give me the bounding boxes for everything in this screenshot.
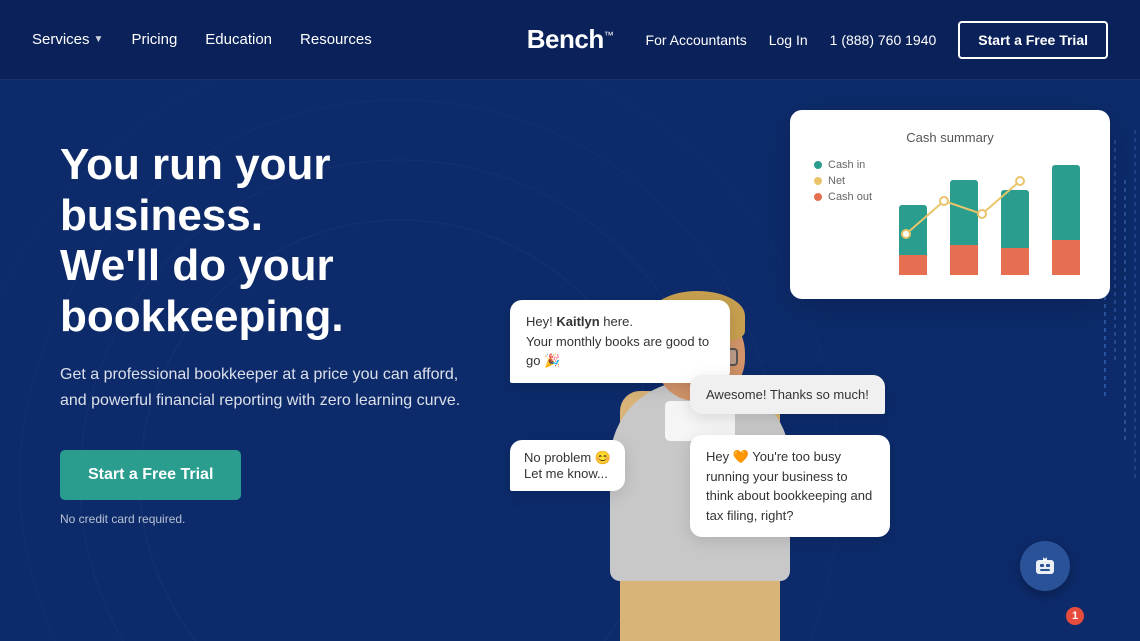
chat-bubble-2: Awesome! Thanks so much! bbox=[690, 375, 885, 414]
nav-item-resources[interactable]: Resources bbox=[300, 31, 372, 48]
hero-subheading: Get a professional bookkeeper at a price… bbox=[60, 362, 520, 413]
bar-red-3 bbox=[1001, 248, 1029, 275]
nav-cta-button[interactable]: Start a Free Trial bbox=[958, 21, 1108, 59]
nav-item-education[interactable]: Education bbox=[205, 31, 272, 48]
hero-section: You run your business. We'll do your boo… bbox=[0, 80, 1140, 641]
chat-widget-button[interactable] bbox=[1020, 541, 1070, 591]
bar-green-3 bbox=[1001, 190, 1029, 248]
bar-red-2 bbox=[950, 245, 978, 275]
nav-item-services[interactable]: Services ▼ bbox=[32, 31, 103, 48]
log-in-link[interactable]: Log In bbox=[769, 32, 808, 48]
legend-dot-orange bbox=[814, 177, 822, 185]
chart-title: Cash summary bbox=[814, 130, 1086, 145]
bar-group-3 bbox=[994, 190, 1035, 275]
navigation: Services ▼ Pricing Education Resources B… bbox=[0, 0, 1140, 80]
nav-item-pricing[interactable]: Pricing bbox=[131, 31, 177, 48]
hero-illustration: Cash summary Cash in Net Cash out bbox=[490, 80, 1140, 641]
phone-link[interactable]: 1 (888) 760 1940 bbox=[830, 32, 937, 48]
nav-right: For Accountants Log In 1 (888) 760 1940 … bbox=[646, 21, 1108, 59]
robot-icon bbox=[1031, 552, 1059, 580]
bar-chart bbox=[892, 159, 1086, 279]
for-accountants-link[interactable]: For Accountants bbox=[646, 32, 747, 48]
chevron-down-icon: ▼ bbox=[94, 34, 104, 45]
nav-left: Services ▼ Pricing Education Resources bbox=[32, 31, 372, 48]
hero-cta-button[interactable]: Start a Free Trial bbox=[60, 450, 241, 500]
hero-content: You run your business. We'll do your boo… bbox=[0, 80, 520, 526]
chart-legend: Cash in Net Cash out bbox=[814, 159, 872, 269]
bar-red-4 bbox=[1052, 240, 1080, 275]
legend-dot-red bbox=[814, 193, 822, 201]
legend-dot-green bbox=[814, 161, 822, 169]
chat-bubble-4: Hey 🧡 You're too busy running your busin… bbox=[690, 435, 890, 537]
hero-no-credit-card-note: No credit card required. bbox=[60, 512, 520, 526]
legend-cash-in: Cash in bbox=[814, 159, 872, 171]
hero-heading: You run your business. We'll do your boo… bbox=[60, 140, 520, 342]
legend-cash-out: Cash out bbox=[814, 191, 872, 203]
person-image bbox=[590, 241, 810, 641]
bar-green-4 bbox=[1052, 165, 1080, 240]
chat-badge: 1 bbox=[1066, 607, 1084, 625]
bar-green-2 bbox=[950, 180, 978, 245]
legend-net: Net bbox=[814, 175, 872, 187]
bar-chart-area bbox=[892, 159, 1086, 279]
cash-summary-card: Cash summary Cash in Net Cash out bbox=[790, 110, 1110, 299]
bar-group-1 bbox=[892, 205, 933, 275]
bar-group-2 bbox=[943, 180, 984, 275]
bar-group-4 bbox=[1045, 165, 1086, 275]
trend-line-svg bbox=[892, 159, 1086, 279]
site-logo[interactable]: Bench™ bbox=[527, 24, 613, 55]
chat-bubble-3: No problem 😊Let me know... bbox=[510, 440, 625, 491]
chat-bubble-1: Hey! Kaitlyn here.Your monthly books are… bbox=[510, 300, 730, 383]
bar-red-1 bbox=[899, 255, 927, 275]
bar-green-1 bbox=[899, 205, 927, 255]
